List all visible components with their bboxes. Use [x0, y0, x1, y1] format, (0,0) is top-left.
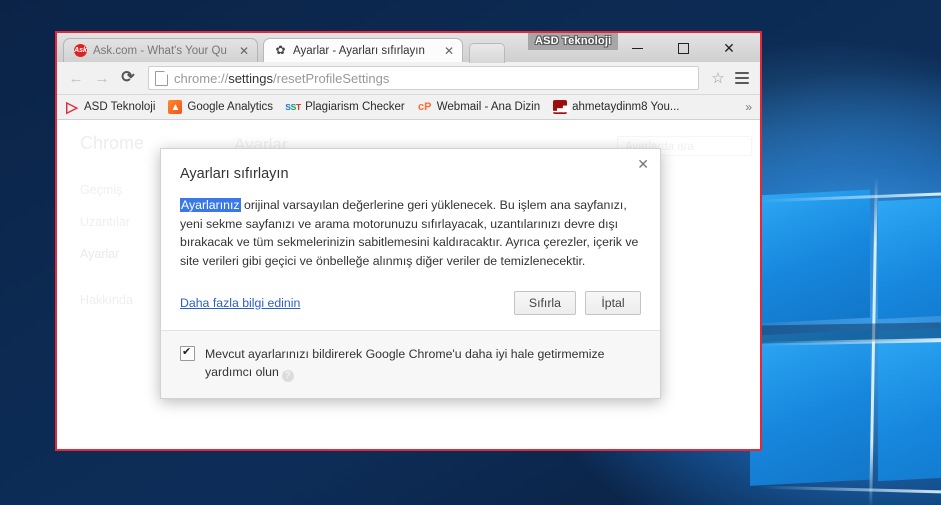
bookmark-youtube-analytics[interactable]: ▁▃▅ ahmetaydinm8 You... [551, 100, 680, 114]
bookmark-label: ASD Teknoloji [84, 101, 156, 113]
maximize-button[interactable] [660, 33, 706, 64]
address-bar[interactable]: chrome://settings/resetProfileSettings [148, 66, 699, 90]
sst-icon: SST [285, 102, 301, 112]
window-caption-buttons: ✕ [614, 33, 752, 64]
bookmarks-overflow-icon[interactable]: » [745, 100, 752, 114]
bookmark-google-analytics[interactable]: ▲ Google Analytics [168, 100, 273, 114]
dialog-title: Ayarları sıfırlayın [180, 166, 289, 182]
dialog-message: Ayarlarınız orijinal varsayılan değerler… [180, 196, 641, 271]
bookmark-label: Webmail - Ana Dizin [436, 101, 541, 113]
page-info-icon [155, 70, 168, 86]
tab-strip: Ask Ask.com - What's Your Qu ✕ ✿ Ayarlar… [57, 33, 760, 64]
ask-logo-icon: Ask [74, 44, 87, 57]
back-icon[interactable]: ← [65, 67, 87, 89]
chrome-browser-window: Ask Ask.com - What's Your Qu ✕ ✿ Ayarlar… [55, 31, 762, 451]
reset-settings-dialog: ✕ Ayarları sıfırlayın Ayarlarınız orijin… [160, 148, 661, 399]
youtube-analytics-icon: ▁▃▅ [551, 100, 570, 114]
checkbox-label: Mevcut ayarlarınızı bildirerek Google Ch… [205, 345, 641, 382]
bookmark-label: Plagiarism Checker [305, 101, 405, 113]
close-icon[interactable]: ✕ [637, 157, 649, 171]
browser-toolbar: ← → ⟳ chrome://settings/resetProfileSett… [57, 62, 760, 95]
tab-title: Ayarlar - Ayarları sıfırlayın [293, 44, 425, 57]
minimize-button[interactable] [614, 33, 660, 64]
bookmark-label: Google Analytics [187, 101, 274, 113]
report-settings-checkbox[interactable] [180, 345, 195, 361]
cancel-button[interactable]: İptal [585, 290, 641, 315]
settings-page: Chrome Geçmiş Uzantılar Ayarlar Hakkında… [57, 120, 760, 449]
address-bar-url: chrome://settings/resetProfileSettings [174, 71, 389, 86]
dialog-footer: Mevcut ayarlarınızı bildirerek Google Ch… [161, 329, 660, 398]
tab-title: Ask.com - What's Your Qu [93, 44, 227, 57]
bookmark-star-icon[interactable]: ☆ [708, 68, 728, 88]
asd-arrow-icon: ▷ [66, 98, 78, 116]
bookmark-label: ahmetaydinm8 You... [572, 101, 680, 113]
url-path: /resetProfileSettings [273, 70, 390, 86]
dialog-body: ✕ Ayarları sıfırlayın Ayarlarınız orijin… [161, 149, 660, 330]
hamburger-menu-icon[interactable] [732, 68, 752, 88]
tab-close-icon[interactable]: ✕ [444, 45, 454, 57]
cpanel-icon: cP [418, 101, 432, 113]
new-tab-button[interactable] [469, 43, 505, 63]
url-scheme: chrome:// [174, 70, 229, 86]
reload-icon[interactable]: ⟳ [117, 67, 139, 89]
help-icon[interactable]: ? [281, 369, 294, 382]
forward-icon[interactable]: → [91, 67, 113, 89]
reset-confirm-button[interactable]: Sıfırla [513, 290, 576, 315]
bookmarks-bar: ▷ ASD Teknoloji ▲ Google Analytics SST P… [57, 95, 760, 120]
highlighted-text: Ayarlarınız [180, 198, 241, 212]
tab-close-icon[interactable]: ✕ [239, 44, 249, 58]
close-window-button[interactable]: ✕ [706, 33, 752, 64]
browser-tab-ask[interactable]: Ask Ask.com - What's Your Qu ✕ [63, 38, 258, 62]
bookmark-webmail[interactable]: cP Webmail - Ana Dizin [418, 100, 540, 114]
browser-tab-settings[interactable]: ✿ Ayarlar - Ayarları sıfırlayın ✕ [263, 38, 463, 62]
google-analytics-icon: ▲ [168, 100, 183, 114]
learn-more-link[interactable]: Daha fazla bilgi edinin [180, 296, 300, 310]
gear-icon: ✿ [275, 43, 286, 57]
bookmark-plagiarism-checker[interactable]: SST Plagiarism Checker [285, 100, 405, 114]
watermark-badge: ASD Teknoloji [528, 33, 619, 50]
bookmark-asd-teknoloji[interactable]: ▷ ASD Teknoloji [65, 98, 156, 116]
dialog-actions: Daha fazla bilgi edinin Sıfırla İptal [180, 290, 641, 315]
checkbox-label-text: Mevcut ayarlarınızı bildirerek Google Ch… [205, 346, 605, 380]
dialog-message-rest: orijinal varsayılan değerlerine geri yük… [180, 198, 639, 269]
url-host: settings [228, 70, 273, 86]
